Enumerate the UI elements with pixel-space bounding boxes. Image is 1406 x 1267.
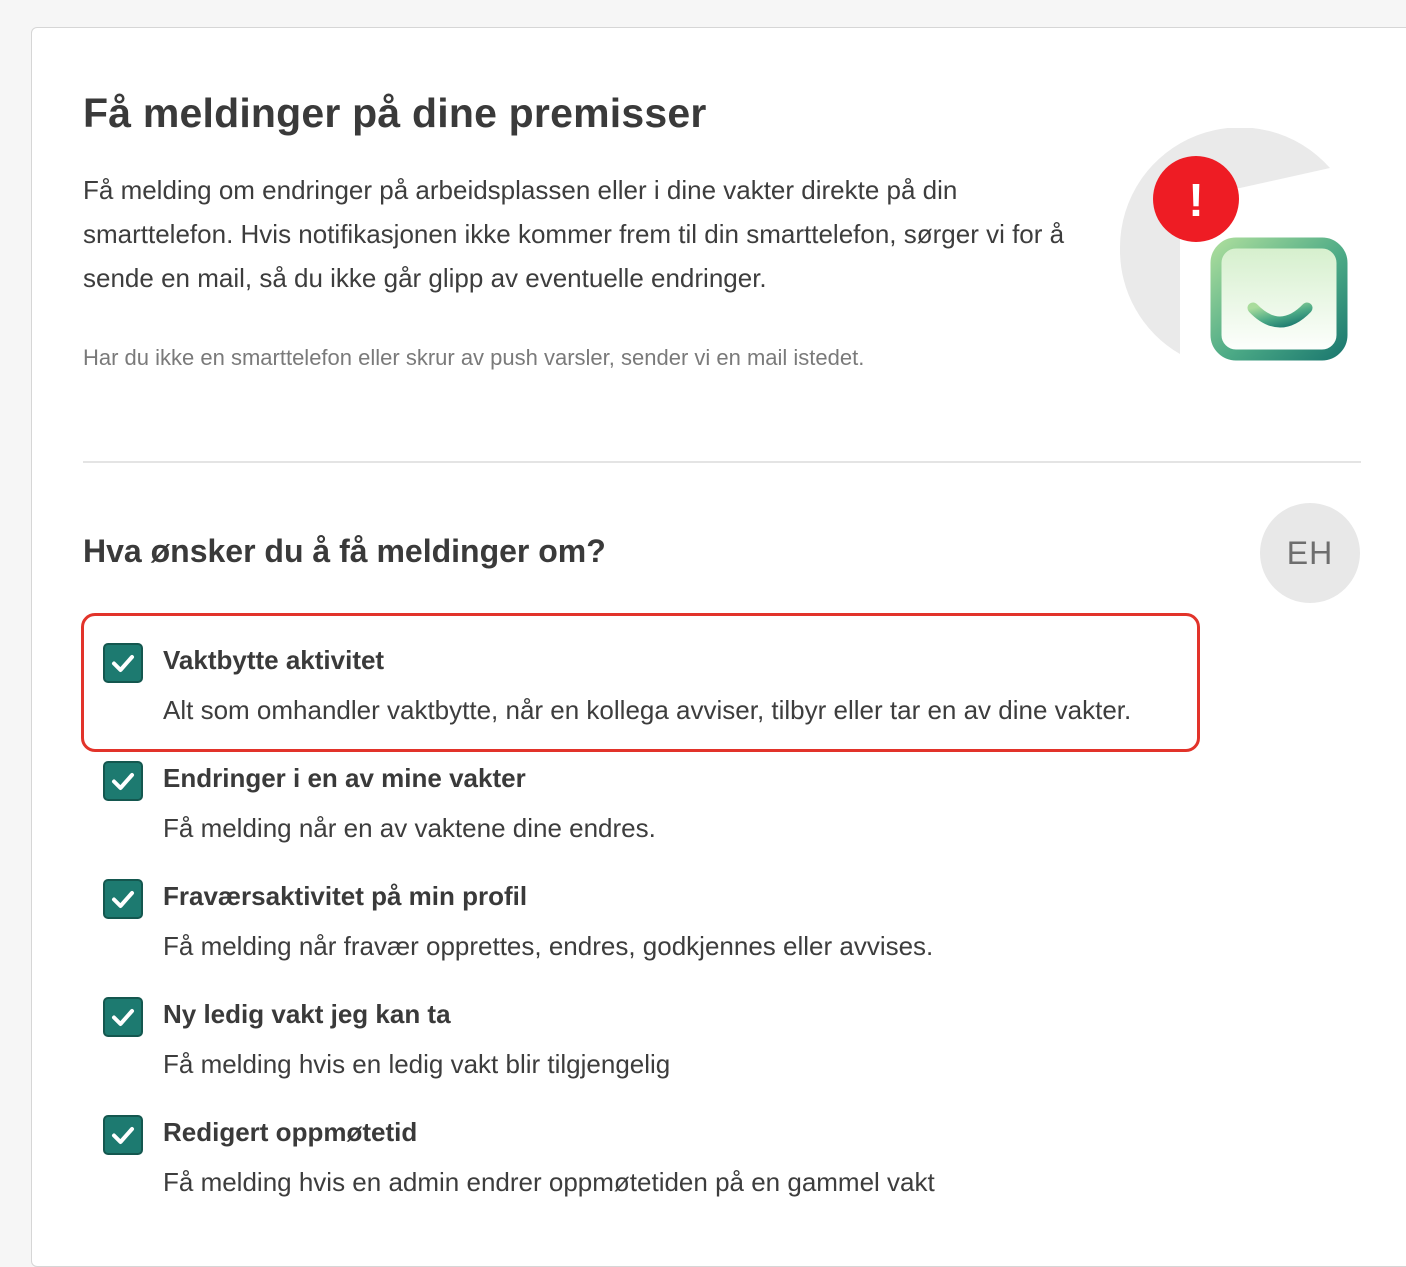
checkmark-icon: [112, 655, 134, 672]
checkmark-icon: [112, 773, 134, 790]
option-label: Fraværsaktivitet på min profil: [163, 881, 528, 911]
option-label: Ny ledig vakt jeg kan ta: [163, 999, 451, 1029]
option-description: Alt som omhandler vaktbytte, når en koll…: [163, 695, 1132, 725]
notification-illustration: !: [1120, 128, 1348, 362]
checkbox-shift-changes[interactable]: [103, 761, 143, 801]
alert-badge-text: !: [1188, 174, 1203, 226]
avatar-initials: EH: [1286, 534, 1334, 571]
option-label: Redigert oppmøtetid: [163, 1117, 418, 1147]
checkbox-open-shift[interactable]: [103, 997, 143, 1037]
option-shift-swap: Vaktbytte aktivitet Alt som omhandler va…: [103, 643, 1183, 753]
calendar-smile-icon: [1210, 237, 1348, 361]
option-label: Endringer i en av mine vakter: [163, 763, 526, 793]
option-label: Vaktbytte aktivitet: [163, 645, 385, 675]
email-fallback-note: Har du ikke en smarttelefon eller skrur …: [83, 345, 865, 370]
checkbox-edited-attendance[interactable]: [103, 1115, 143, 1155]
option-description: Få melding når en av vaktene dine endres…: [163, 813, 656, 843]
option-edited-attendance: Redigert oppmøtetid Få melding hvis en a…: [103, 1115, 1183, 1225]
settings-card: Få meldinger på dine premisser Få meldin…: [31, 27, 1406, 1267]
avatar[interactable]: EH: [1260, 503, 1360, 603]
checkmark-icon: [112, 1009, 134, 1026]
checkmark-icon: [112, 891, 134, 908]
option-shift-changes: Endringer i en av mine vakter Få melding…: [103, 761, 1183, 871]
section-divider: [83, 461, 1361, 463]
option-absence-activity: Fraværsaktivitet på min profil Få meldin…: [103, 879, 1183, 989]
option-description: Få melding hvis en admin endrer oppmøtet…: [163, 1167, 935, 1197]
option-description: Få melding hvis en ledig vakt blir tilgj…: [163, 1049, 671, 1079]
checkbox-shift-swap[interactable]: [103, 643, 143, 683]
option-open-shift: Ny ledig vakt jeg kan ta Få melding hvis…: [103, 997, 1183, 1107]
section-title: Hva ønsker du å få meldinger om?: [83, 533, 606, 569]
intro-text: Få melding om endringer på arbeidsplasse…: [83, 175, 1065, 293]
checkmark-icon: [112, 1127, 134, 1144]
checkbox-absence-activity[interactable]: [103, 879, 143, 919]
page-title: Få meldinger på dine premisser: [83, 90, 707, 136]
option-description: Få melding når fravær opprettes, endres,…: [163, 931, 934, 961]
